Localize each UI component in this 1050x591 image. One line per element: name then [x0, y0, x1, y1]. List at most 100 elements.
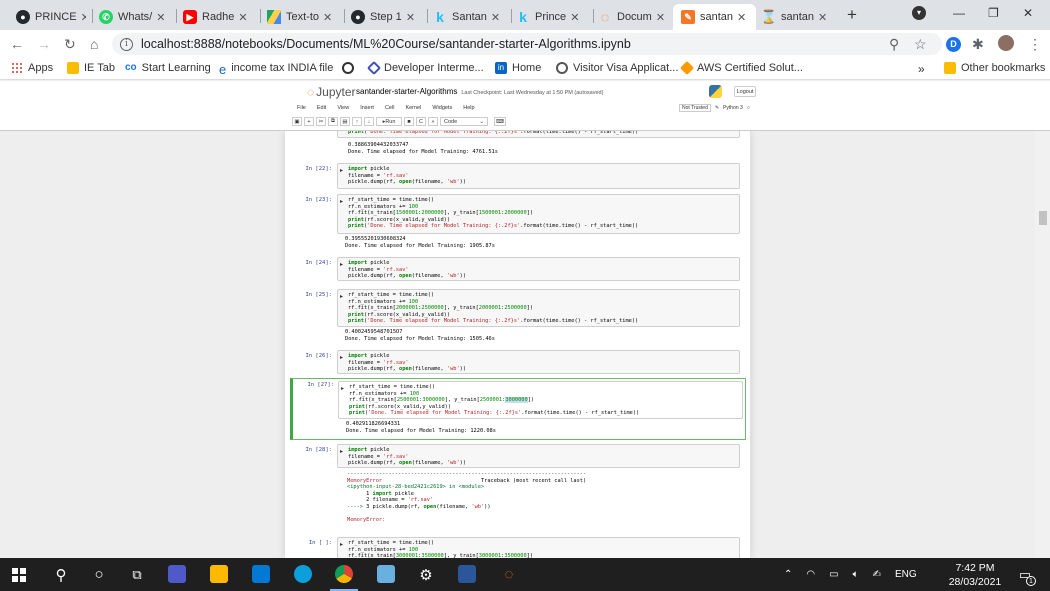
code-cell[interactable]: In [22]: ▸ import pickle filename = 'rf.… [288, 163, 745, 189]
bookmark-visitor-visa[interactable]: Visitor Visa Applicat... [556, 62, 678, 74]
code-cell[interactable]: In [24]: ▸ import pickle filename = 'rf.… [288, 257, 745, 283]
move-down-icon[interactable]: ↓ [364, 117, 374, 126]
run-cell-icon[interactable]: ▸ [340, 354, 343, 361]
menu-file[interactable]: File [297, 105, 306, 111]
run-cell-icon[interactable]: ▸ [340, 261, 343, 268]
home-icon[interactable]: ⌂ [90, 36, 98, 52]
cell-input[interactable]: print('Done. Time elapsed for Model Trai… [337, 131, 740, 138]
run-cell-icon[interactable]: ▸ [340, 541, 343, 548]
cell-code[interactable]: import pickle filename = 'rf.sav' pickle… [348, 166, 466, 186]
bookmark-linkedin-home[interactable]: in Home [495, 62, 541, 74]
close-icon[interactable]: ✕ [656, 11, 665, 24]
new-tab-button[interactable]: + [847, 5, 857, 25]
info-icon[interactable]: i [120, 37, 133, 51]
cell-input[interactable]: ▸ import pickle filename = 'rf.sav' pick… [337, 444, 740, 468]
notebook-title[interactable]: santander-starter-Algorithms Last Checkpo… [356, 87, 603, 96]
cell-type-select[interactable]: Code ⌄ [440, 117, 488, 126]
menu-dots-icon[interactable]: ⋮ [1028, 36, 1042, 53]
chevron-up-icon[interactable]: ⌃ [784, 569, 792, 580]
cell-code[interactable]: rf_start_time = time.time() rf.n_estimat… [348, 540, 533, 558]
code-cell[interactable]: print('Done. Time elapsed for Model Trai… [288, 131, 745, 155]
cell-input[interactable]: ▸ import pickle filename = 'rf.sav' pick… [337, 257, 740, 281]
tab-prince-kaggle[interactable]: k Prince ✕ [516, 4, 588, 30]
cell-input[interactable]: ▸ rf_start_time = time.time() rf.n_estim… [338, 381, 743, 419]
extensions-puzzle-icon[interactable]: ✱ [972, 36, 984, 53]
restore-button[interactable]: ❐ [988, 6, 999, 20]
wifi-icon[interactable]: ◠ [806, 569, 815, 580]
clock[interactable]: 7:42 PM 28/03/2021 [940, 561, 1010, 589]
run-cell-icon[interactable]: ▸ [340, 448, 343, 455]
chrome-icon[interactable] [335, 565, 353, 583]
paste-icon[interactable]: ▤ [340, 117, 350, 126]
close-icon[interactable]: ✕ [406, 11, 415, 24]
fast-forward-icon[interactable]: » [428, 117, 438, 126]
cell-code[interactable]: rf_start_time = time.time() rf.n_estimat… [348, 292, 638, 325]
pencil-icon[interactable]: ✎ [715, 105, 719, 111]
save-icon[interactable]: ▣ [292, 117, 302, 126]
tab-youtube[interactable]: ▶ Radhe ✕ [183, 4, 253, 30]
bookmark-apps[interactable]: Apps [11, 62, 53, 74]
menu-edit[interactable]: Edit [317, 105, 326, 111]
bookmark-income-tax[interactable]: e income tax INDIA file [219, 62, 333, 77]
bookmark-globe[interactable] [342, 62, 359, 74]
word-icon[interactable] [458, 565, 476, 583]
language-indicator[interactable]: ENG [895, 569, 917, 580]
tab-santander-notebook-active[interactable]: ✎ santan ✕ [673, 4, 756, 30]
cell-input[interactable]: ▸ rf_start_time = time.time() rf.n_estim… [337, 537, 740, 558]
not-trusted-badge[interactable]: Not Trusted [679, 104, 711, 112]
jupyter-taskbar-icon[interactable]: ◌ [497, 558, 521, 591]
profile-avatar[interactable] [998, 35, 1014, 51]
search-icon[interactable]: ⚲ [50, 558, 72, 591]
outlook-icon[interactable] [252, 565, 270, 583]
close-icon[interactable]: ✕ [737, 11, 746, 24]
volume-icon[interactable]: 🔈︎ [853, 569, 859, 580]
cell-code[interactable]: import pickle filename = 'rf.sav' pickle… [348, 353, 466, 373]
menu-widgets[interactable]: Widgets [432, 105, 452, 111]
cell-input[interactable]: ▸ rf_start_time = time.time() rf.n_estim… [337, 289, 740, 327]
move-up-icon[interactable]: ↑ [352, 117, 362, 126]
jupyter-logo[interactable]: ◌ Jupyter [307, 85, 356, 99]
cell-input[interactable]: ▸ rf_start_time = time.time() rf.n_estim… [337, 194, 740, 234]
close-icon[interactable]: ✕ [156, 11, 165, 24]
extension-d-icon[interactable]: D [946, 37, 961, 52]
tab-documents-jupyter[interactable]: ◌ Docum ✕ [598, 4, 670, 30]
run-button[interactable]: ▸ Run [376, 117, 402, 126]
menu-insert[interactable]: Insert [360, 105, 374, 111]
run-cell-icon[interactable]: ▸ [340, 293, 343, 300]
close-window-button[interactable]: ✕ [1023, 6, 1033, 20]
teams-icon[interactable] [168, 565, 186, 583]
cortana-icon[interactable]: ○ [88, 558, 110, 591]
code-cell[interactable]: In [28]: ▸ import pickle filename = 'rf.… [288, 444, 745, 524]
menu-cell[interactable]: Cell [385, 105, 394, 111]
edge-icon[interactable] [294, 565, 312, 583]
close-icon[interactable]: ✕ [81, 11, 86, 24]
bookmark-start-learning[interactable]: co Start Learning [125, 62, 211, 74]
notepad-icon[interactable] [377, 565, 395, 583]
bookmark-aws[interactable]: AWS Certified Solut... [679, 60, 803, 76]
tab-prince-github[interactable]: ● PRINCE ✕ [16, 4, 86, 30]
battery-icon[interactable]: ▭ [829, 569, 838, 580]
zoom-icon[interactable]: ⚲ [889, 36, 899, 53]
tab-whatsapp[interactable]: ✆ Whats/✕ [99, 4, 169, 30]
reload-icon[interactable]: ↻ [64, 36, 76, 53]
cell-code[interactable]: rf_start_time = time.time() rf.n_estimat… [348, 197, 638, 230]
menu-help[interactable]: Help [463, 105, 474, 111]
tab-santan-kaggle[interactable]: k Santan ✕ [433, 4, 505, 30]
close-icon[interactable]: ✕ [570, 11, 579, 24]
run-cell-icon[interactable]: ▸ [340, 167, 343, 174]
pen-icon[interactable]: ✍︎ [873, 569, 881, 580]
cell-code[interactable]: rf_start_time = time.time() rf.n_estimat… [349, 384, 639, 417]
close-icon[interactable]: ✕ [238, 11, 247, 24]
command-palette-icon[interactable]: ⌨ [494, 117, 506, 126]
code-cell[interactable]: In [23]: ▸ rf_start_time = time.time() r… [288, 194, 745, 249]
menu-view[interactable]: View [337, 105, 349, 111]
omnibox[interactable]: i localhost:8888/notebooks/Documents/ML%… [112, 33, 942, 55]
minimize-button[interactable]: — [953, 6, 965, 20]
url-text[interactable]: localhost:8888/notebooks/Documents/ML%20… [141, 37, 631, 51]
cell-code[interactable]: print('Done. Time elapsed for Model Trai… [348, 131, 638, 136]
file-explorer-icon[interactable] [210, 565, 228, 583]
more-bookmarks-button[interactable]: » [918, 62, 925, 76]
interrupt-icon[interactable]: ■ [404, 117, 414, 126]
cell-code[interactable]: import pickle filename = 'rf.sav' pickle… [348, 260, 466, 280]
run-cell-icon[interactable]: ▸ [340, 198, 343, 205]
